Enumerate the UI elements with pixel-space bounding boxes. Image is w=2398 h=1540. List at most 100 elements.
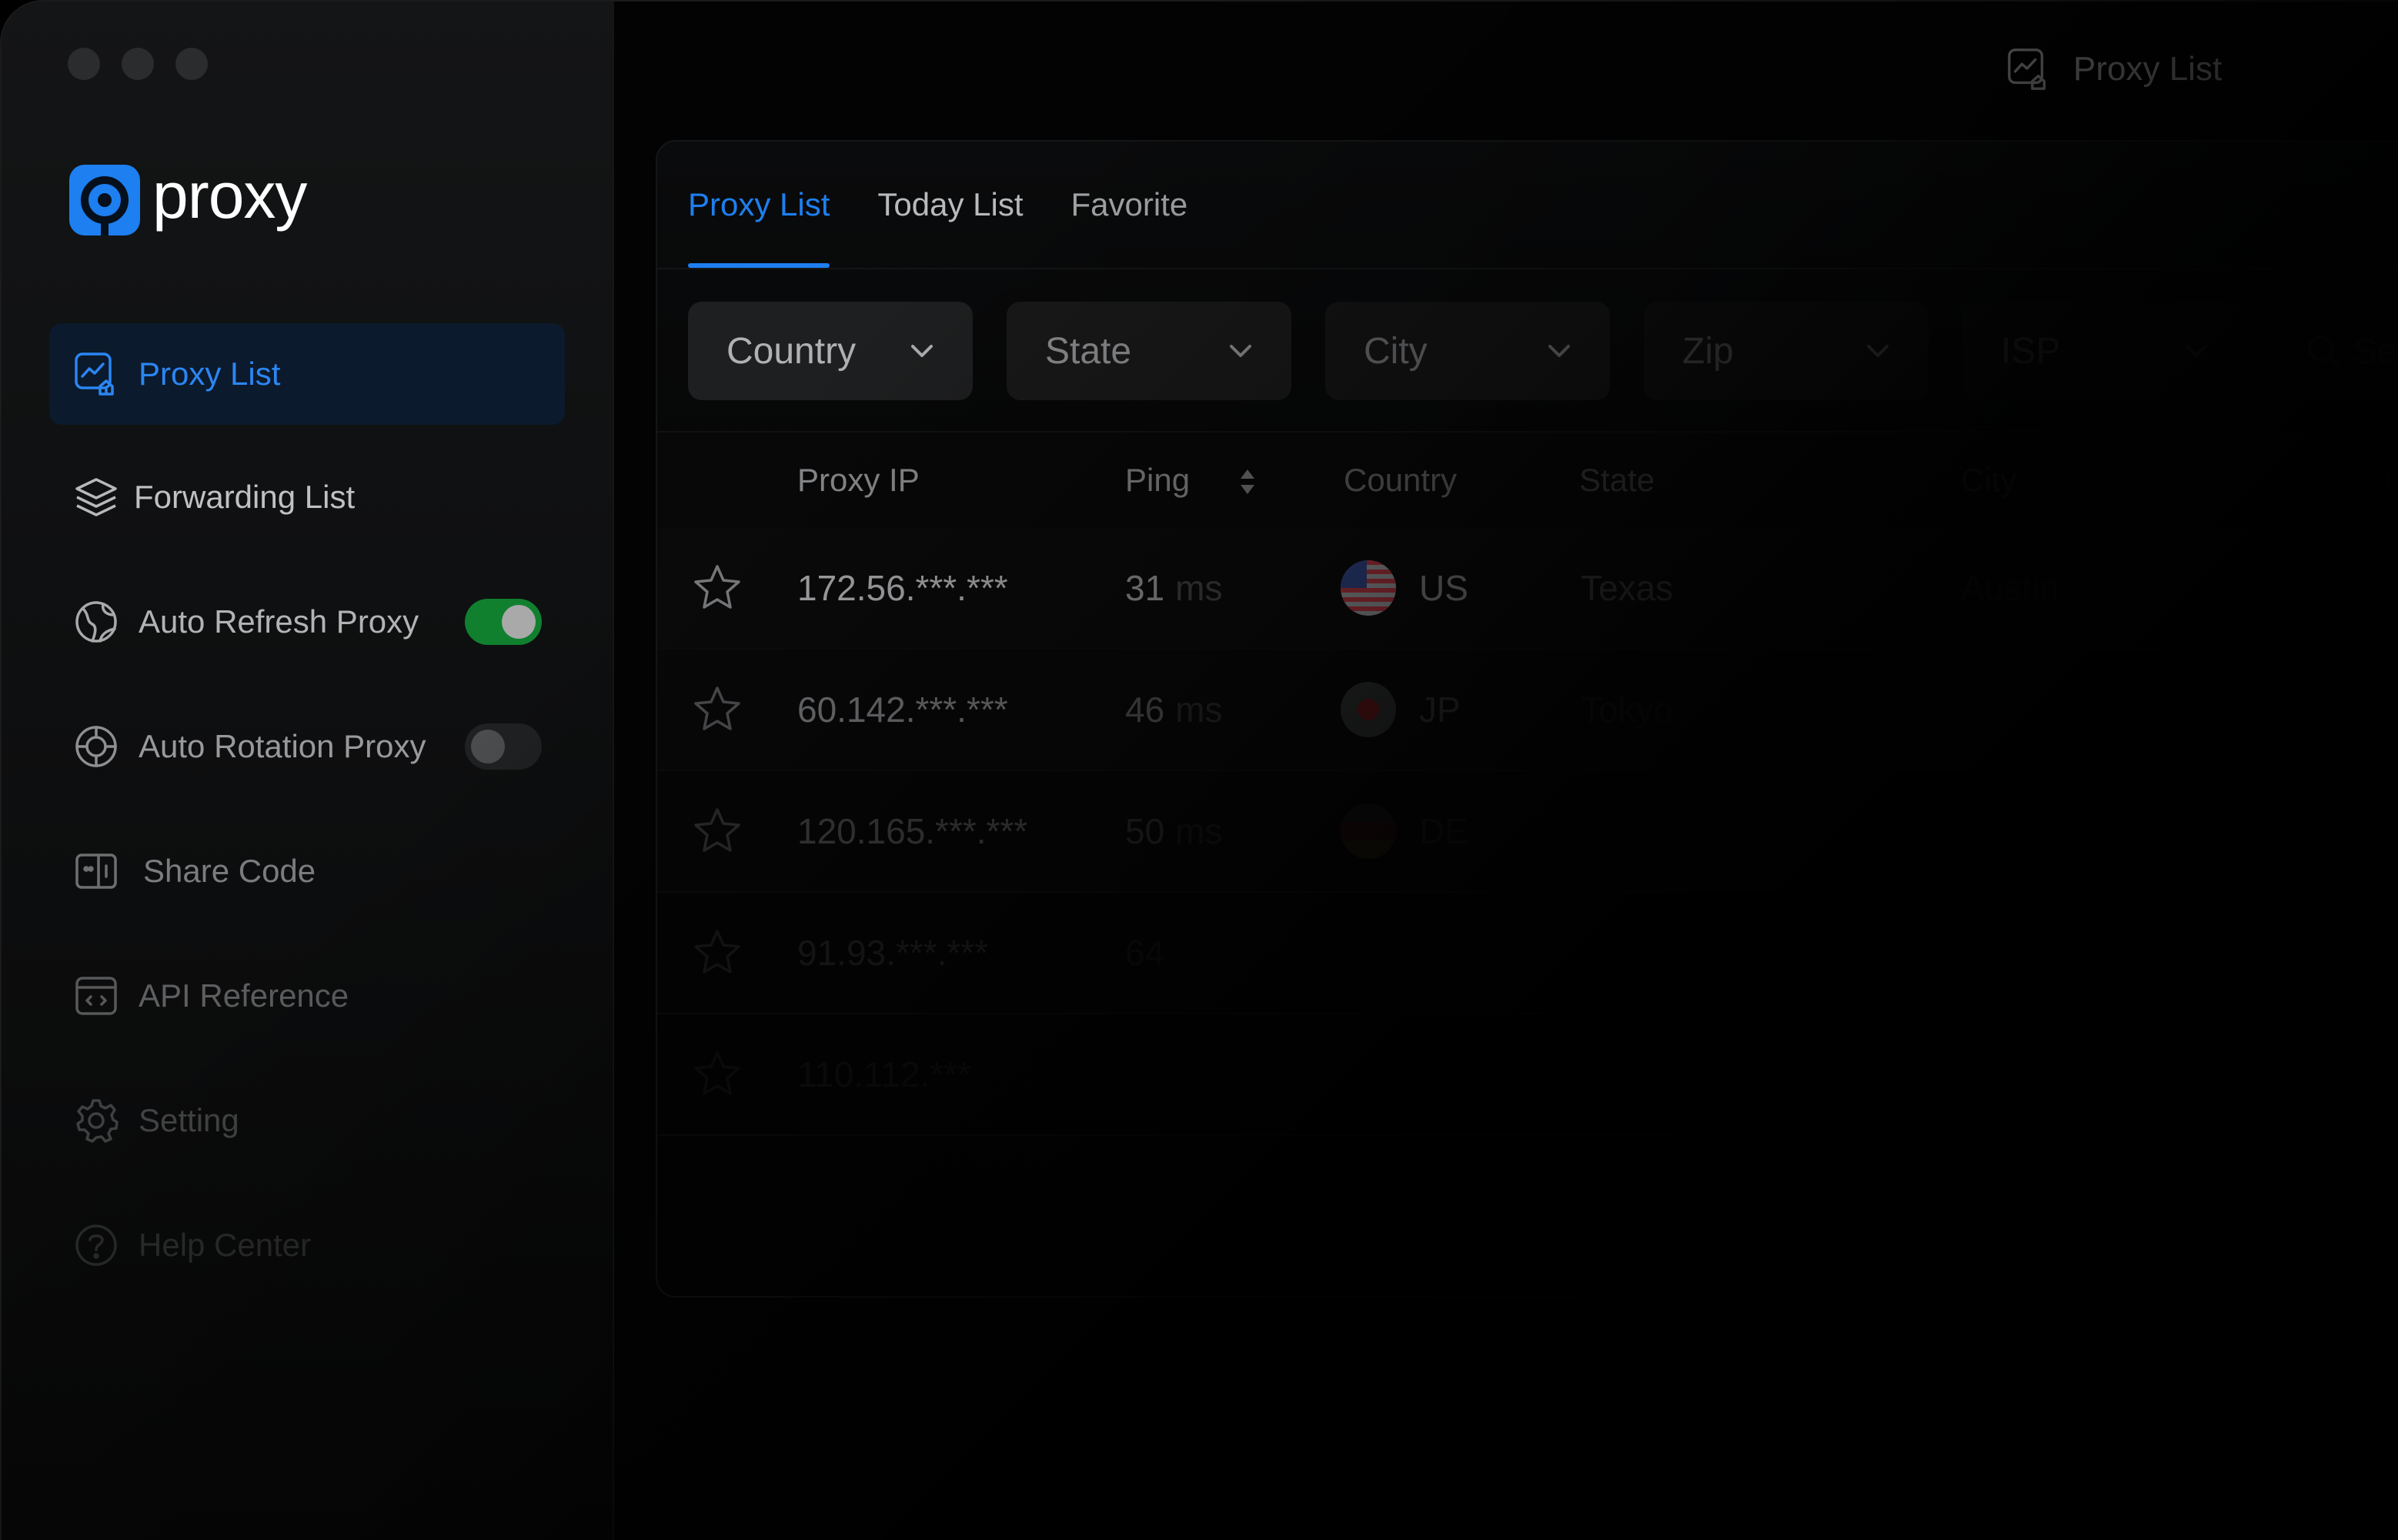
state-filter-dropdown[interactable]: State [1007, 302, 1291, 400]
tab-today-list[interactable]: Today List [877, 142, 1023, 268]
column-header-ping[interactable]: Ping [1125, 433, 1190, 528]
column-header-city[interactable]: City [1961, 433, 2016, 528]
tab-favorite[interactable]: Favorite [1071, 142, 1188, 268]
close-window-button[interactable] [68, 48, 100, 80]
country-code: US [1419, 568, 1468, 608]
app-window: proxy Proxy List Forwarding List Auto Re… [0, 0, 2398, 1540]
sidebar-item-label: API Reference [139, 977, 349, 1014]
star-icon[interactable] [691, 1048, 743, 1101]
filter-label: Zip [1682, 330, 1734, 372]
sidebar-item-proxy-list[interactable]: Proxy List [49, 323, 565, 425]
state-value: Texas [1581, 568, 1674, 608]
page-title: Proxy List [2073, 50, 2223, 88]
us-flag-icon [1341, 560, 1396, 616]
ping-value: 46 ms [1125, 650, 1223, 770]
header-title: Proxy List [2006, 46, 2222, 92]
star-icon[interactable] [691, 683, 743, 736]
sidebar-item-setting[interactable]: Setting [49, 1070, 565, 1171]
proxy-ip: 60.142.***.*** [797, 690, 1008, 730]
proxy-ip: 91.93.***.*** [797, 933, 989, 973]
chevron-down-icon [911, 345, 933, 357]
chevron-down-icon [1230, 345, 1251, 357]
auto-refresh-toggle[interactable] [465, 599, 542, 645]
window-controls [68, 48, 208, 80]
gear-icon [72, 1097, 120, 1144]
country-filter-dropdown[interactable]: Country [688, 302, 973, 400]
city-value: Austin [1961, 568, 2059, 608]
sidebar-item-auto-refresh-proxy[interactable]: Auto Refresh Proxy [49, 571, 565, 673]
filter-label: Country [726, 330, 857, 372]
chevron-down-icon [2186, 345, 2207, 357]
jp-flag-icon [1341, 682, 1396, 737]
proxy-ip: 110.112.*** [797, 1054, 971, 1094]
de-flag-icon [1341, 803, 1396, 859]
layers-icon [72, 473, 120, 521]
sort-icon[interactable] [1236, 466, 1259, 497]
chevron-down-icon [1867, 345, 1889, 357]
table-row[interactable]: 172.56.***.*** 31ms US Texas Austin 78 [657, 528, 2398, 650]
table-row[interactable]: 120.165.***.*** 50 ms DE [657, 771, 2398, 893]
state-value: Tokyo [1581, 690, 1674, 730]
sidebar-nav: Proxy List Forwarding List Auto Refresh … [49, 323, 565, 1319]
share-code-icon [72, 847, 120, 895]
tabs-divider [657, 268, 2398, 269]
sidebar-item-label: Share Code [143, 853, 316, 889]
star-icon[interactable] [691, 805, 743, 857]
column-header-state[interactable]: State [1579, 433, 1655, 528]
ping-value: 64 [1125, 893, 1164, 1013]
star-icon[interactable] [691, 562, 743, 614]
ping-unit: ms [1175, 811, 1223, 851]
sidebar-item-forwarding-list[interactable]: Forwarding List [49, 446, 565, 548]
ping-unit: ms [1175, 690, 1223, 730]
proxy-list-icon [2008, 48, 2046, 90]
search-input[interactable]: Se [2281, 302, 2398, 400]
table-row[interactable]: 91.93.***.*** 64 [657, 893, 2398, 1014]
proxy-ip: 120.165.***.*** [797, 811, 1028, 851]
table-row[interactable]: 60.142.***.*** 46 ms JP Tokyo [657, 650, 2398, 771]
zip-value: 78 [2364, 568, 2398, 608]
minimize-window-button[interactable] [122, 48, 154, 80]
ping-value: 50 ms [1125, 771, 1223, 891]
ping-unit: ms [1175, 568, 1223, 608]
search-icon [2308, 336, 2340, 367]
column-header-proxy-ip[interactable]: Proxy IP [797, 433, 920, 528]
sidebar-item-api-reference[interactable]: API Reference [49, 945, 565, 1047]
star-icon[interactable] [691, 927, 743, 979]
app-logo: proxy [69, 159, 307, 236]
rotation-icon [72, 723, 120, 770]
column-header-country[interactable]: Country [1344, 433, 1457, 528]
country-code: JP [1419, 690, 1461, 730]
ping-value: 31 ms [1125, 528, 1223, 648]
ping-number: 46 [1125, 690, 1165, 730]
sidebar-item-auto-rotation-proxy[interactable]: Auto Rotation Proxy [49, 696, 565, 797]
filter-label: State [1045, 330, 1132, 372]
help-icon [72, 1221, 120, 1269]
auto-rotation-toggle[interactable] [465, 723, 542, 770]
table-row[interactable]: 110.112.*** [657, 1014, 2398, 1136]
filter-label: City [1364, 330, 1428, 372]
maximize-window-button[interactable] [175, 48, 208, 80]
zip-filter-dropdown[interactable]: Zip [1644, 302, 1929, 400]
proxy-list-panel: Proxy List Today List Favorite Country S… [656, 140, 2398, 1298]
api-icon [72, 972, 120, 1020]
proxy-ip: 172.56.***.*** [797, 568, 1008, 608]
proxy-list-icon [72, 350, 120, 398]
sidebar-item-help-center[interactable]: Help Center [49, 1194, 565, 1296]
tab-proxy-list[interactable]: Proxy List [688, 142, 830, 268]
column-header-zip[interactable]: Zi [2364, 433, 2391, 528]
filter-bar: Country State City Zip ISP Se [688, 302, 2398, 400]
tab-bar: Proxy List Today List Favorite [688, 142, 1235, 268]
ping-number: 50 [1125, 811, 1165, 851]
toggle-knob [471, 730, 505, 763]
filter-label: ISP [2001, 330, 2061, 372]
ping-number: 64 [1125, 933, 1165, 973]
sidebar-item-label: Auto Refresh Proxy [139, 603, 419, 640]
search-placeholder: Se [2353, 331, 2397, 371]
city-filter-dropdown[interactable]: City [1325, 302, 1610, 400]
country-code: DE [1419, 811, 1468, 851]
sidebar: proxy Proxy List Forwarding List Auto Re… [2, 2, 614, 1540]
sidebar-item-share-code[interactable]: Share Code [49, 820, 565, 922]
logo-text: proxy [152, 159, 307, 232]
sidebar-item-label: Proxy List [139, 356, 281, 392]
isp-filter-dropdown[interactable]: ISP [1962, 302, 2247, 400]
